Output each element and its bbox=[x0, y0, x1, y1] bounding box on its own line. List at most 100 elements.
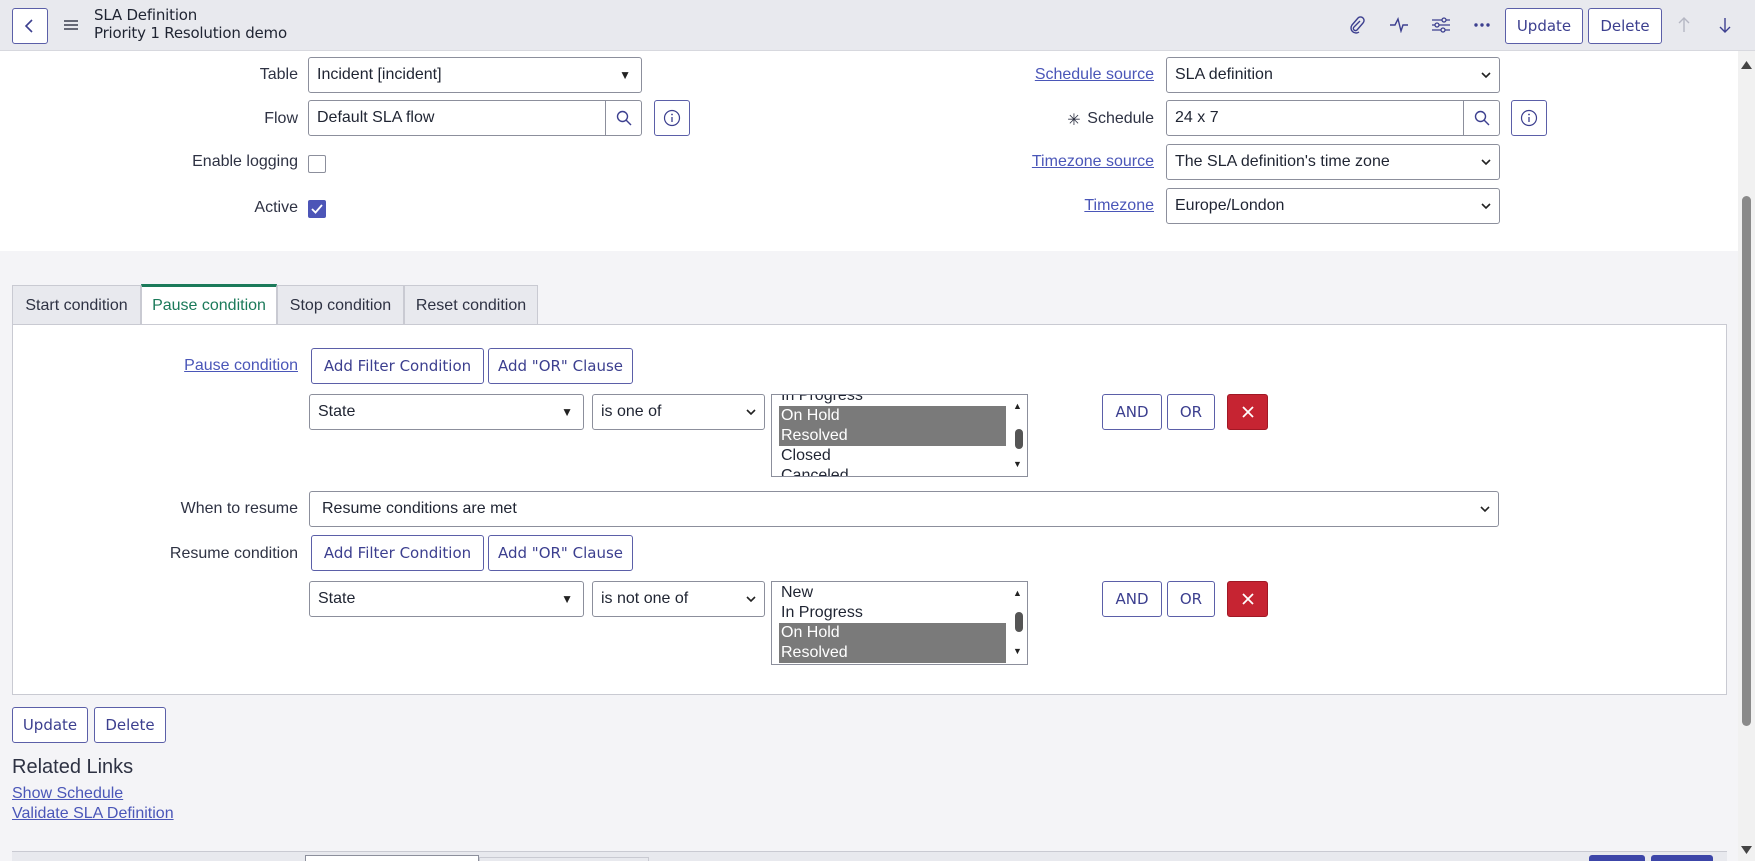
schedule-lookup-button[interactable] bbox=[1463, 101, 1499, 135]
listbox-option-selected[interactable]: Resolved bbox=[779, 643, 1006, 663]
timezone-select[interactable]: Europe/London bbox=[1166, 188, 1500, 224]
paperclip-icon[interactable] bbox=[1346, 14, 1368, 36]
related-list-button[interactable] bbox=[1589, 855, 1645, 861]
pause-add-filter-button[interactable]: Add Filter Condition bbox=[311, 348, 484, 384]
scroll-up-icon[interactable]: ▲ bbox=[1013, 588, 1022, 598]
tab-reset-condition[interactable]: Reset condition bbox=[404, 285, 538, 325]
listbox-option[interactable]: Canceled bbox=[779, 466, 1006, 476]
listbox-option[interactable]: Closed bbox=[779, 446, 1006, 466]
activity-icon[interactable] bbox=[1388, 14, 1410, 36]
flow-lookup-button[interactable] bbox=[605, 101, 641, 135]
listbox-option-selected[interactable]: On Hold bbox=[779, 623, 1006, 643]
active-label: Active bbox=[254, 199, 298, 216]
scroll-up-icon[interactable]: ▲ bbox=[1013, 401, 1022, 411]
scroll-thumb[interactable] bbox=[1015, 429, 1023, 449]
pause-condition-link[interactable]: Pause condition bbox=[150, 357, 298, 375]
listbox-option[interactable]: New bbox=[779, 583, 1006, 603]
resume-or-button[interactable]: OR bbox=[1167, 581, 1215, 617]
listbox-option[interactable]: In Progress bbox=[779, 603, 1006, 623]
schedule-source-select[interactable]: SLA definition bbox=[1166, 57, 1500, 93]
listbox-scrollbar[interactable]: ▲ ▼ bbox=[1009, 582, 1027, 664]
chevron-down-icon bbox=[1481, 72, 1491, 79]
scroll-down-icon[interactable] bbox=[1741, 846, 1752, 854]
page-scrollbar[interactable] bbox=[1738, 51, 1755, 861]
pause-field-select[interactable]: State ▼ bbox=[309, 394, 584, 430]
tab-start-condition[interactable]: Start condition bbox=[12, 285, 141, 325]
footer-delete-button[interactable]: Delete bbox=[94, 707, 166, 743]
validate-sla-link[interactable]: Validate SLA Definition bbox=[12, 805, 174, 823]
pause-operator-select[interactable]: is one of bbox=[592, 394, 765, 430]
related-lists-strip bbox=[12, 851, 1727, 861]
listbox-scrollbar[interactable]: ▲ ▼ bbox=[1009, 395, 1027, 476]
flow-info-button[interactable] bbox=[654, 100, 690, 136]
pause-values-listbox[interactable]: In Progress On Hold Resolved Closed Canc… bbox=[771, 394, 1028, 477]
pause-or-button[interactable]: OR bbox=[1167, 394, 1215, 430]
pause-operator-value: is one of bbox=[601, 403, 662, 420]
schedule-field[interactable]: 24 x 7 bbox=[1166, 100, 1500, 136]
timezone-link[interactable]: Timezone bbox=[1000, 197, 1154, 215]
timezone-source-link[interactable]: Timezone source bbox=[1000, 153, 1154, 171]
scroll-down-icon[interactable]: ▼ bbox=[1013, 459, 1022, 469]
resume-add-filter-button[interactable]: Add Filter Condition bbox=[311, 535, 484, 571]
pause-delete-condition-button[interactable] bbox=[1227, 394, 1268, 430]
listbox-option-selected[interactable]: Resolved bbox=[779, 426, 1006, 446]
chevron-down-icon bbox=[1480, 506, 1490, 513]
footer-update-button[interactable]: Update bbox=[12, 707, 88, 743]
flow-value: Default SLA flow bbox=[317, 109, 435, 126]
related-list-button[interactable] bbox=[1651, 855, 1713, 861]
schedule-source-link[interactable]: Schedule source bbox=[1000, 66, 1154, 84]
related-list-tab[interactable] bbox=[305, 855, 479, 861]
search-icon bbox=[616, 110, 631, 126]
caret-down-icon: ▼ bbox=[561, 405, 573, 419]
menu-icon[interactable] bbox=[62, 14, 80, 36]
when-to-resume-select[interactable]: Resume conditions are met bbox=[309, 491, 1499, 527]
back-button[interactable] bbox=[12, 8, 48, 44]
resume-field-select[interactable]: State ▼ bbox=[309, 581, 584, 617]
show-schedule-link[interactable]: Show Schedule bbox=[12, 785, 123, 803]
header-update-button[interactable]: Update bbox=[1505, 8, 1583, 44]
close-icon bbox=[1241, 406, 1254, 418]
table-value: Incident [incident] bbox=[317, 66, 442, 83]
enable-logging-checkbox[interactable] bbox=[308, 155, 326, 173]
pause-field-value: State bbox=[318, 403, 356, 420]
chevron-down-icon bbox=[1481, 203, 1491, 210]
active-checkbox[interactable] bbox=[308, 200, 326, 218]
timezone-source-select[interactable]: The SLA definition's time zone bbox=[1166, 144, 1500, 180]
scroll-thumb[interactable] bbox=[1015, 612, 1023, 632]
schedule-value: 24 x 7 bbox=[1175, 109, 1219, 126]
tab-pause-condition[interactable]: Pause condition bbox=[141, 284, 277, 325]
chevron-left-icon bbox=[24, 19, 33, 33]
info-icon bbox=[663, 109, 681, 127]
scroll-thumb[interactable] bbox=[1742, 196, 1751, 726]
close-icon bbox=[1241, 593, 1254, 605]
table-select[interactable]: Incident [incident] ▼ bbox=[308, 57, 642, 93]
flow-label: Flow bbox=[264, 110, 298, 127]
resume-add-or-button[interactable]: Add "OR" Clause bbox=[488, 535, 633, 571]
tab-stop-condition[interactable]: Stop condition bbox=[277, 285, 404, 325]
listbox-option[interactable]: In Progress bbox=[779, 395, 1006, 406]
settings-sliders-icon[interactable] bbox=[1430, 14, 1452, 36]
header-delete-button[interactable]: Delete bbox=[1588, 8, 1662, 44]
caret-down-icon: ▼ bbox=[561, 592, 573, 606]
pause-add-or-button[interactable]: Add "OR" Clause bbox=[488, 348, 633, 384]
flow-field[interactable]: Default SLA flow bbox=[308, 100, 642, 136]
scroll-up-icon[interactable] bbox=[1741, 61, 1752, 69]
resume-condition-label: Resume condition bbox=[169, 545, 298, 562]
arrow-down-icon[interactable] bbox=[1715, 14, 1735, 36]
listbox-option-selected[interactable]: On Hold bbox=[779, 406, 1006, 426]
scroll-down-icon[interactable]: ▼ bbox=[1013, 646, 1022, 656]
schedule-info-button[interactable] bbox=[1511, 100, 1547, 136]
resume-delete-condition-button[interactable] bbox=[1227, 581, 1268, 617]
related-list-tab[interactable] bbox=[479, 857, 649, 861]
resume-values-listbox[interactable]: New In Progress On Hold Resolved ▲ ▼ bbox=[771, 581, 1028, 665]
form-header: SLA Definition Priority 1 Resolution dem… bbox=[0, 0, 1755, 51]
resume-operator-select[interactable]: is not one of bbox=[592, 581, 765, 617]
timezone-value: Europe/London bbox=[1175, 197, 1285, 214]
table-label: Table bbox=[259, 66, 298, 83]
arrow-up-icon[interactable] bbox=[1674, 14, 1694, 36]
checkmark-icon bbox=[311, 204, 323, 214]
pause-and-button[interactable]: AND bbox=[1102, 394, 1162, 430]
more-options-icon[interactable] bbox=[1471, 14, 1493, 36]
resume-and-button[interactable]: AND bbox=[1102, 581, 1162, 617]
info-icon bbox=[1520, 109, 1538, 127]
